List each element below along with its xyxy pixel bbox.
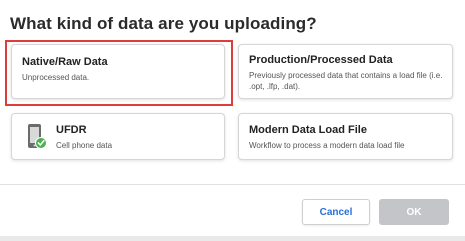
footer-divider	[0, 184, 465, 185]
option-description: Previously processed data that contains …	[249, 71, 443, 91]
option-production-processed-data[interactable]: Production/Processed Data Previously pro…	[238, 44, 453, 99]
option-title: Native/Raw Data	[22, 56, 108, 68]
option-modern-data-load-file[interactable]: Modern Data Load File Workflow to proces…	[238, 113, 453, 160]
option-title: UFDR	[56, 124, 87, 136]
dialog-title: What kind of data are you uploading?	[10, 14, 317, 33]
option-description: Cell phone data	[56, 141, 113, 150]
option-title: Modern Data Load File	[249, 124, 367, 136]
dialog-bottom-edge	[0, 236, 465, 241]
ok-button[interactable]: OK	[379, 199, 449, 225]
option-description: Workflow to process a modern data load f…	[249, 141, 405, 150]
option-ufdr[interactable]: UFDR Cell phone data	[11, 113, 225, 160]
phone-check-icon	[26, 123, 48, 153]
cancel-button[interactable]: Cancel	[302, 199, 370, 225]
option-native-raw-data[interactable]: Native/Raw Data Unprocessed data.	[11, 44, 225, 99]
upload-type-dialog: What kind of data are you uploading? Nat…	[0, 0, 465, 241]
option-description: Unprocessed data.	[22, 73, 90, 82]
option-title: Production/Processed Data	[249, 54, 393, 66]
